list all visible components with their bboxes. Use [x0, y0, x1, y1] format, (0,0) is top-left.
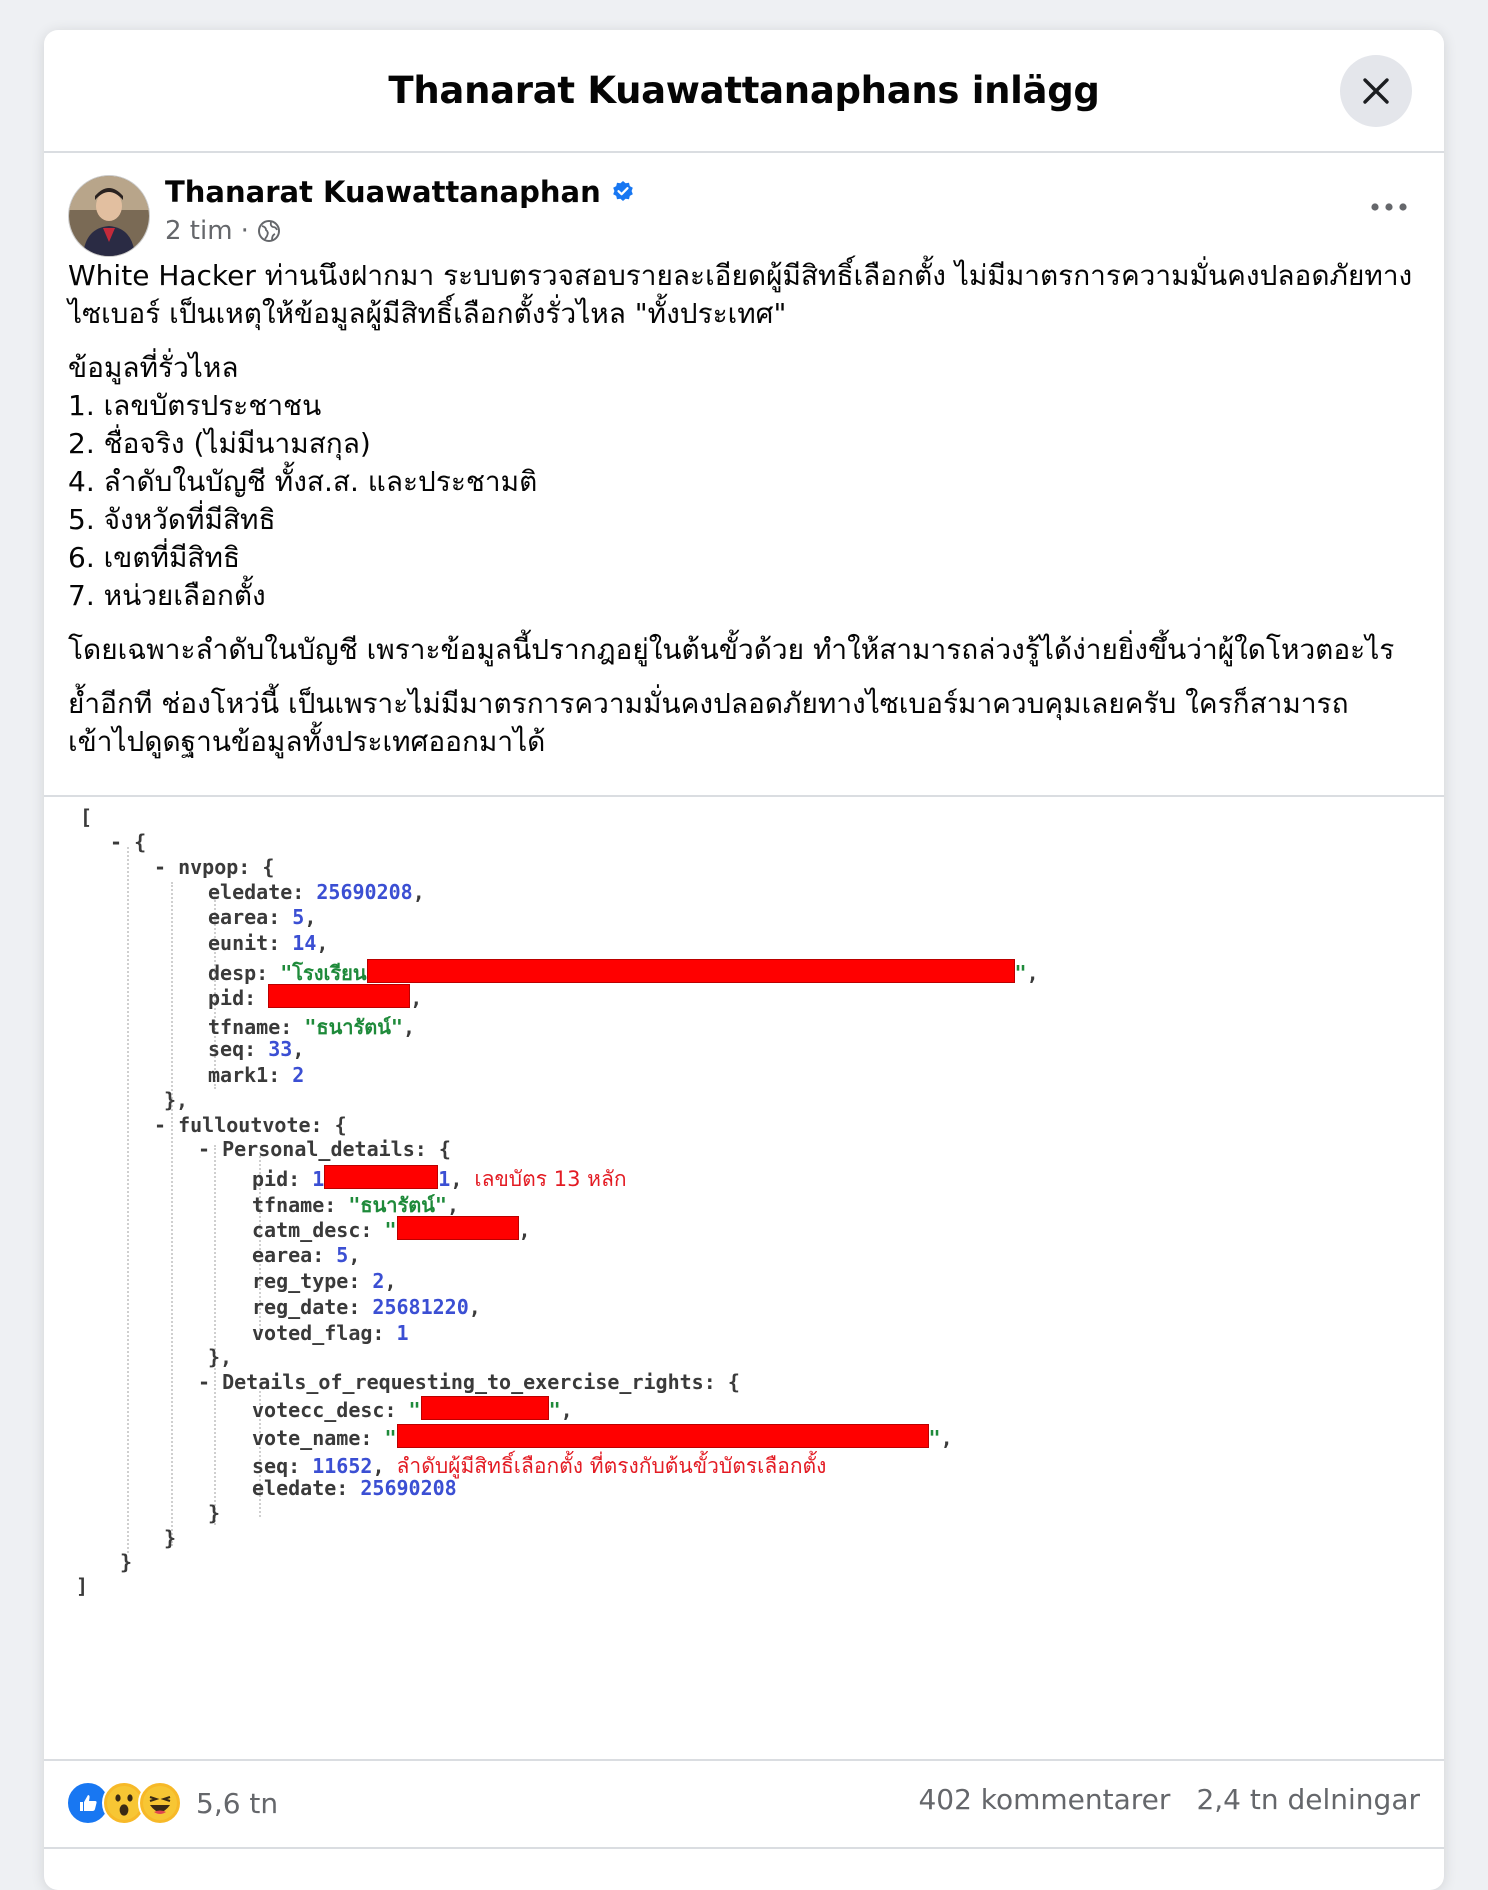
verified-badge-icon — [612, 181, 633, 201]
json-line: earea: 5, — [252, 1243, 361, 1267]
json-line: } — [164, 1526, 177, 1550]
redaction-bar — [420, 1396, 549, 1420]
list-item: 1. เลขบัตรประชาชน — [68, 389, 322, 422]
json-line: - Details_of_requesting_to_exercise_righ… — [198, 1370, 740, 1394]
post-paragraph: ย้ำอีกที ช่องโหว่นี้ เป็นเพราะไม่มีมาตรก… — [68, 687, 1349, 758]
post-meta: 2 tim · — [165, 216, 281, 246]
json-line: vote_name: " ", — [252, 1424, 953, 1450]
json-line: - fulloutvote: { — [154, 1113, 347, 1137]
dialog-title: Thanarat Kuawattanaphans inlägg — [388, 69, 1100, 112]
json-line: earea: 5, — [208, 905, 317, 929]
tree-guide — [214, 1145, 216, 1525]
json-line: reg_date: 25681220, — [252, 1295, 481, 1319]
post-stats: 402 kommentarer 2,4 tn delningar — [918, 1783, 1420, 1816]
list-item: 4. ลำดับในบัญชี ทั้งส.ส. และประชามติ — [68, 465, 538, 498]
haha-reaction-icon — [138, 1781, 182, 1825]
tree-guide — [171, 882, 173, 1546]
json-line: votecc_desc: " ", — [252, 1396, 573, 1422]
json-line: } — [208, 1501, 221, 1525]
json-line: mark1: 2 — [208, 1063, 305, 1087]
json-line: [ — [80, 805, 93, 829]
leak-list-title: ข้อมูลที่รั่วไหล — [68, 351, 239, 384]
post-intro: White Hacker ท่านนึงฝากมา ระบบตรวจสอบราย… — [68, 259, 1413, 330]
json-line: - Personal_details: { — [198, 1137, 451, 1161]
redaction-bar — [366, 959, 1015, 983]
post-body: White Hacker ท่านนึงฝากมา ระบบตรวจสอบราย… — [44, 257, 1444, 761]
post-dialog: Thanarat Kuawattanaphans inlägg Thanarat… — [44, 30, 1444, 1890]
json-line: - { — [110, 830, 147, 854]
meta-separator: · — [240, 216, 249, 246]
list-item: 5. จังหวัดที่มีสิทธิ — [68, 503, 276, 536]
redaction-bar — [396, 1216, 519, 1240]
json-line: }, — [164, 1088, 189, 1112]
json-line: ] — [76, 1574, 89, 1598]
globe-icon — [257, 220, 280, 242]
more-icon — [1371, 203, 1407, 211]
json-line: - nvpop: { — [154, 855, 275, 879]
author-name[interactable]: Thanarat Kuawattanaphan — [165, 175, 601, 209]
json-line: reg_type: 2, — [252, 1269, 397, 1293]
json-line: catm_desc: ", — [252, 1216, 531, 1242]
post-footer: 5,6 tn 402 kommentarer 2,4 tn delningar — [44, 1757, 1444, 1849]
tree-guide — [127, 847, 129, 1553]
post-paragraph: โดยเฉพาะลำดับในบัญชี เพราะข้อมูลนี้ปรากฎ… — [68, 633, 1395, 666]
json-line: } — [120, 1550, 133, 1574]
comments-count[interactable]: 402 kommentarer — [918, 1783, 1170, 1816]
list-item: 6. เขตที่มีสิทธิ — [68, 541, 241, 574]
json-line: seq: 33, — [208, 1037, 305, 1061]
post-header: Thanarat Kuawattanaphan 2 tim · — [44, 153, 1444, 257]
annotation-note: เลขบัตร 13 หลัก — [474, 1167, 627, 1191]
json-line: pid: , — [208, 984, 423, 1010]
annotation-note: ลำดับผู้มีสิทธิ์เลือกตั้ง ที่ตรงกับต้นขั… — [396, 1454, 827, 1478]
post-image-json[interactable]: [ - { - nvpop: { eledate: 25690208, eare… — [44, 795, 1444, 1761]
more-options-button[interactable] — [1364, 195, 1414, 219]
json-line: eledate: 25690208, — [208, 880, 425, 904]
json-line: eledate: 25690208 — [252, 1476, 457, 1500]
redaction-bar — [268, 984, 411, 1008]
redaction-bar — [324, 1165, 439, 1189]
json-line: voted_flag: 1 — [252, 1321, 409, 1345]
shares-count[interactable]: 2,4 tn delningar — [1196, 1783, 1420, 1816]
close-icon — [1363, 78, 1389, 104]
close-button[interactable] — [1340, 55, 1412, 127]
reaction-count[interactable]: 5,6 tn — [196, 1787, 278, 1820]
list-item: 2. ชื่อจริง (ไม่มีนามสกุล) — [68, 427, 371, 460]
dialog-header: Thanarat Kuawattanaphans inlägg — [44, 30, 1444, 153]
post-time[interactable]: 2 tim — [165, 216, 233, 246]
json-line: }, — [208, 1345, 233, 1369]
redaction-bar — [396, 1424, 929, 1448]
author-row: Thanarat Kuawattanaphan — [165, 175, 635, 209]
json-line: eunit: 14, — [208, 931, 329, 955]
avatar[interactable] — [68, 175, 150, 257]
reactions-summary[interactable]: 5,6 tn — [66, 1781, 278, 1825]
list-item: 7. หน่วยเลือกตั้ง — [68, 579, 266, 612]
leak-list: 1. เลขบัตรประชาชน 2. ชื่อจริง (ไม่มีนามส… — [68, 387, 1420, 615]
